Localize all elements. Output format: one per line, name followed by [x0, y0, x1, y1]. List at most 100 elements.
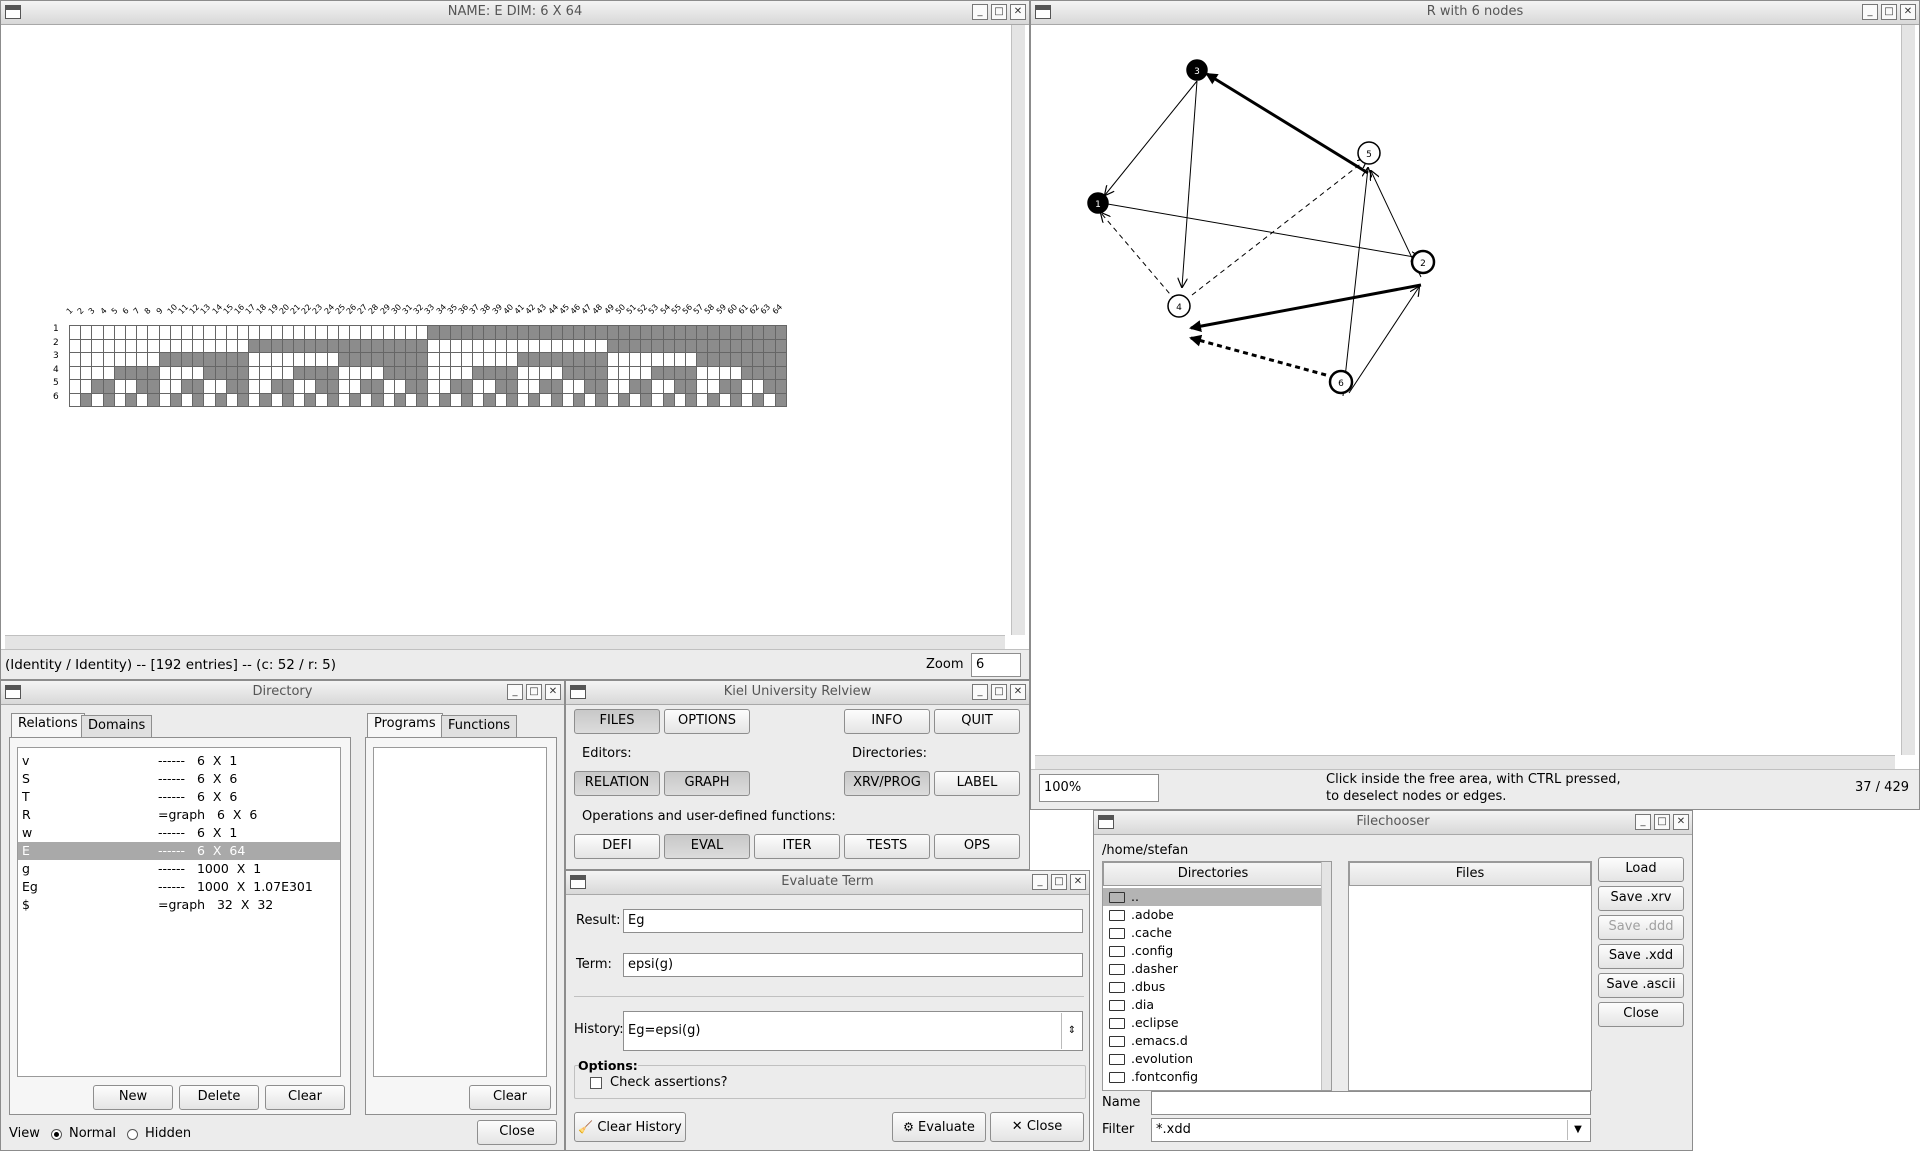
vertical-scrollbar[interactable]: [1011, 25, 1025, 635]
directory-list-item[interactable]: .dia: [1103, 996, 1323, 1014]
eval-button[interactable]: EVAL: [664, 834, 750, 859]
edge-6-2[interactable]: [1348, 287, 1419, 394]
maximize-icon[interactable]: □: [991, 4, 1007, 20]
close-icon[interactable]: ✕: [1900, 4, 1916, 20]
directories-scrollbar[interactable]: [1321, 862, 1331, 1090]
directory-list-item[interactable]: .adobe: [1103, 906, 1323, 924]
term-field[interactable]: epsi(g): [623, 953, 1083, 977]
relation-list-item[interactable]: R =graph 6 X 6: [18, 806, 340, 824]
vertical-scrollbar[interactable]: [1901, 25, 1915, 755]
clear-history-button[interactable]: 🧹 Clear History: [574, 1112, 686, 1142]
result-field[interactable]: Eg: [623, 909, 1083, 933]
directory-list-item[interactable]: .dbus: [1103, 978, 1323, 996]
options-button[interactable]: OPTIONS: [664, 709, 750, 734]
relation-button[interactable]: RELATION: [574, 771, 660, 796]
quit-button[interactable]: QUIT: [934, 709, 1020, 734]
relview-titlebar[interactable]: Kiel University Relview _ □ ✕: [566, 681, 1029, 705]
horizontal-scrollbar[interactable]: [1035, 755, 1895, 769]
relation-list-item[interactable]: S ------ 6 X 6: [18, 770, 340, 788]
close-icon[interactable]: ✕: [1070, 874, 1086, 890]
directory-close-button[interactable]: Close: [477, 1120, 557, 1145]
directory-list-item[interactable]: .dasher: [1103, 960, 1323, 978]
history-dropdown-icon[interactable]: ⇕: [1061, 1013, 1082, 1049]
node-2[interactable]: 2: [1410, 249, 1436, 275]
programs-list[interactable]: [373, 747, 547, 1077]
name-field[interactable]: [1151, 1091, 1591, 1115]
graph-titlebar[interactable]: R with 6 nodes _ □ ✕: [1031, 1, 1919, 25]
edge-6-5[interactable]: [1342, 168, 1368, 397]
tests-button[interactable]: TESTS: [844, 834, 930, 859]
relation-list-item[interactable]: v ------ 6 X 1: [18, 752, 340, 770]
view-normal-radio[interactable]: [51, 1129, 62, 1140]
directories-list[interactable]: Directories .. .adobe .cache .config .dasher…: [1102, 861, 1332, 1091]
matrix-grid[interactable]: 1 2 3 4 5 6 7 8 9 10 11 12 13 14 15 16 17 18 19 20 21 22 23 24 2…: [1, 25, 1011, 635]
xrvprog-button[interactable]: XRV/PROG: [844, 771, 930, 796]
edge-4-5-dashed[interactable]: [1191, 159, 1367, 296]
minimize-icon[interactable]: _: [972, 684, 988, 700]
relations-list[interactable]: v ------ 6 X 1 S ------ 6 X 6 T ------ 6 X 6 R…: [17, 747, 341, 1077]
close-icon[interactable]: ✕: [545, 684, 561, 700]
node-3[interactable]: 3: [1186, 59, 1208, 81]
edge-1-2[interactable]: [1095, 201, 1420, 258]
new-button[interactable]: New: [93, 1085, 173, 1110]
chevron-down-icon[interactable]: ▼: [1567, 1120, 1588, 1140]
close-icon[interactable]: ✕: [1673, 814, 1689, 830]
matrix-titlebar[interactable]: NAME: E DIM: 6 X 64 _ □ ✕: [1, 1, 1029, 25]
ops-button[interactable]: OPS: [934, 834, 1020, 859]
directory-list-item[interactable]: .emacs.d: [1103, 1032, 1323, 1050]
node-6[interactable]: 6: [1328, 369, 1354, 395]
directory-list-item[interactable]: ..: [1103, 888, 1323, 906]
tab-functions[interactable]: Functions: [441, 715, 518, 737]
maximize-icon[interactable]: □: [991, 684, 1007, 700]
matrix-cell[interactable]: [774, 352, 787, 367]
graph-button[interactable]: GRAPH: [664, 771, 750, 796]
evaluate-button[interactable]: ⚙ Evaluate: [892, 1112, 986, 1142]
directory-list-item[interactable]: .fontconfig: [1103, 1068, 1323, 1086]
directory-titlebar[interactable]: Directory _ □ ✕: [1, 681, 564, 705]
edge-6-4-dashed-bold[interactable]: [1189, 334, 1327, 377]
relation-list-item[interactable]: Eg ------ 1000 X 1.07E301: [18, 878, 340, 896]
info-button[interactable]: INFO: [844, 709, 930, 734]
save-ascii-button[interactable]: Save .ascii: [1598, 973, 1684, 998]
filter-select[interactable]: *.xdd: [1151, 1118, 1591, 1142]
save-ddd-button[interactable]: Save .ddd: [1598, 915, 1684, 940]
zoom-select[interactable]: 100%: [1039, 774, 1159, 802]
matrix-cell[interactable]: [774, 379, 787, 394]
directory-list-item[interactable]: .eclipse: [1103, 1014, 1323, 1032]
zoom-spinbox[interactable]: 6: [971, 653, 1021, 677]
tab-domains[interactable]: Domains: [81, 715, 153, 737]
maximize-icon[interactable]: □: [1881, 4, 1897, 20]
minimize-icon[interactable]: _: [1635, 814, 1651, 830]
filechooser-close-button[interactable]: Close: [1598, 1002, 1684, 1027]
edge-3-4[interactable]: [1182, 80, 1198, 287]
check-assertions-checkbox[interactable]: [590, 1077, 602, 1089]
minimize-icon[interactable]: _: [507, 684, 523, 700]
minimize-icon[interactable]: _: [972, 4, 988, 20]
load-button[interactable]: Load: [1598, 857, 1684, 882]
edge-4-1-dashed[interactable]: [1101, 213, 1182, 308]
minimize-icon[interactable]: _: [1032, 874, 1048, 890]
relation-list-item[interactable]: T ------ 6 X 6: [18, 788, 340, 806]
defi-button[interactable]: DEFI: [574, 834, 660, 859]
node-1[interactable]: 1: [1087, 192, 1109, 214]
history-select[interactable]: Eg=epsi(g): [623, 1011, 1083, 1051]
edge-5-3-bold[interactable]: [1205, 72, 1369, 175]
filechooser-titlebar[interactable]: Filechooser _ □ ✕: [1094, 811, 1692, 835]
clear-programs-button[interactable]: Clear: [469, 1085, 551, 1110]
horizontal-scrollbar[interactable]: [5, 635, 1005, 649]
minimize-icon[interactable]: _: [1862, 4, 1878, 20]
tab-relations[interactable]: Relations: [11, 713, 85, 737]
label-button[interactable]: LABEL: [934, 771, 1020, 796]
files-button[interactable]: FILES: [574, 709, 660, 734]
evaluate-titlebar[interactable]: Evaluate Term _ □ ✕: [566, 871, 1089, 895]
edge-3-1[interactable]: [1105, 80, 1198, 195]
relation-list-item[interactable]: w ------ 6 X 1: [18, 824, 340, 842]
relation-list-item[interactable]: E ------ 6 X 64: [18, 842, 340, 860]
matrix-cell[interactable]: [774, 365, 787, 380]
relation-list-item[interactable]: $ =graph 32 X 32: [18, 896, 340, 914]
evaluate-close-button[interactable]: ✕ Close: [990, 1112, 1084, 1142]
matrix-canvas[interactable]: 1 2 3 4 5 6 7 8 9 10 11 12 13 14 15 16 17 18 19 20 21 22 23 24 2…: [1, 25, 1011, 635]
node-5[interactable]: 5: [1357, 141, 1381, 165]
save-xdd-button[interactable]: Save .xdd: [1598, 944, 1684, 969]
directory-list-item[interactable]: .evolution: [1103, 1050, 1323, 1068]
